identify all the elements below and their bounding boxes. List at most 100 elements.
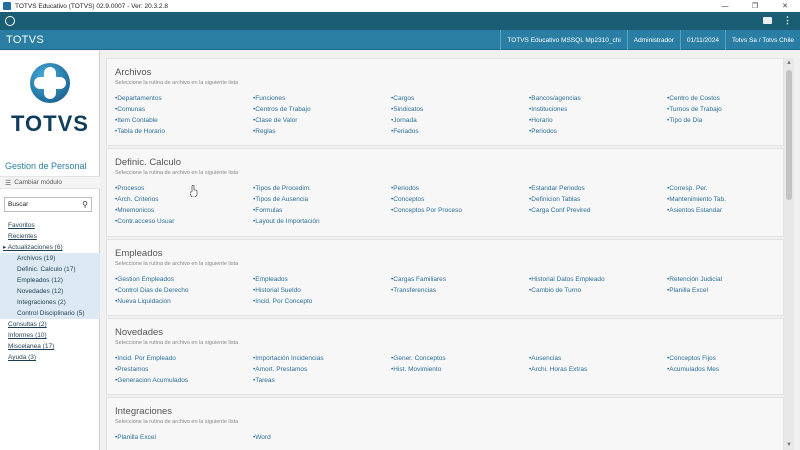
- date-label[interactable]: 01/11/2024: [679, 30, 725, 50]
- routine-link[interactable]: Acumulados Mes: [667, 364, 784, 375]
- sidebar-tree-item[interactable]: Favoritos: [0, 220, 100, 231]
- section-subtitle: Seleccione la rutina de archivo en la si…: [115, 80, 239, 86]
- routine-link[interactable]: Jornada: [391, 115, 529, 126]
- sidebar-tree-item[interactable]: Archivos (19): [0, 253, 100, 264]
- routine-link[interactable]: Sindicatos: [391, 104, 529, 115]
- window-titlebar: TOTVS Educativo (TOTVS) 02.9.0007 - Ver:…: [0, 0, 800, 12]
- routine-link[interactable]: Formulas: [253, 205, 391, 216]
- sidebar-tree-item[interactable]: Definic. Calculo (17): [0, 264, 100, 275]
- change-module-button[interactable]: ☰ Cambiar módulo: [0, 176, 100, 189]
- routine-link[interactable]: Funciones: [253, 93, 391, 104]
- sidebar-tree-item[interactable]: Recientes: [0, 231, 100, 242]
- sidebar-tree-item[interactable]: Miscelanea (17): [0, 341, 100, 352]
- routine-link[interactable]: Word: [253, 432, 391, 443]
- routine-link[interactable]: Arch. Criterios: [115, 194, 253, 205]
- routine-link[interactable]: Mantenimiento Tab.: [667, 194, 784, 205]
- routine-link[interactable]: Instituciones: [529, 104, 667, 115]
- routine-link[interactable]: Cargos: [391, 93, 529, 104]
- routine-link[interactable]: Asientos Estandar: [667, 205, 784, 216]
- section-subtitle: Seleccione la rutina de archivo en la si…: [115, 340, 239, 346]
- routine-link[interactable]: Tipos de Ausencia: [253, 194, 391, 205]
- routine-link[interactable]: Centro de Costos: [667, 93, 784, 104]
- routine-link[interactable]: Layout de Importación: [253, 216, 391, 227]
- empty-cell: [667, 216, 784, 227]
- routine-link[interactable]: Contr.acceso Usuar: [115, 216, 253, 227]
- mail-icon[interactable]: [763, 17, 772, 24]
- sidebar-tree-item[interactable]: Ayuda (3): [0, 352, 100, 363]
- routine-link[interactable]: Reglas: [253, 126, 391, 137]
- routine-link[interactable]: Transferencias: [391, 285, 529, 296]
- routine-link[interactable]: Estandar Periodos: [529, 183, 667, 194]
- routine-link[interactable]: Definicion Tablas: [529, 194, 667, 205]
- empty-cell: [391, 296, 529, 307]
- routine-link[interactable]: Gestion Empleados: [115, 274, 253, 285]
- routine-link[interactable]: Prestamos: [115, 364, 253, 375]
- routine-link[interactable]: Clase de Valor: [253, 115, 391, 126]
- minimize-button[interactable]: —: [710, 0, 740, 12]
- routine-link[interactable]: Nueva Liquidacion: [115, 296, 253, 307]
- routine-link[interactable]: Tipos de Procedim.: [253, 183, 391, 194]
- more-menu-icon[interactable]: ⋮: [783, 15, 792, 26]
- totvs-small-logo-icon[interactable]: [5, 16, 15, 26]
- routine-link[interactable]: Tabla de Horario: [115, 126, 253, 137]
- routine-link[interactable]: Cambio de Turno: [529, 285, 667, 296]
- routine-link[interactable]: Conceptos Por Proceso: [391, 205, 529, 216]
- routine-link[interactable]: Hist. Movimiento: [391, 364, 529, 375]
- routine-link[interactable]: Mnemonicos: [115, 205, 253, 216]
- routine-link[interactable]: Item Contable: [115, 115, 253, 126]
- sidebar-tree-item[interactable]: ▸ Actualizaciones (6): [0, 242, 100, 253]
- sidebar-tree-item[interactable]: Consultas (2): [0, 319, 100, 330]
- routine-link[interactable]: Corresp. Per.: [667, 183, 784, 194]
- scroll-down-icon[interactable]: ▼: [786, 442, 792, 448]
- routine-link[interactable]: Historial Datos Empleado: [529, 274, 667, 285]
- routine-link[interactable]: Gener. Conceptos: [391, 353, 529, 364]
- routine-link[interactable]: Cargas Familiares: [391, 274, 529, 285]
- environment-label[interactable]: TOTVS Educativo MSSQL Mp2310_chi: [500, 30, 626, 50]
- routine-link[interactable]: Comunas: [115, 104, 253, 115]
- scroll-thumb[interactable]: [786, 70, 792, 200]
- user-label[interactable]: Administrador: [626, 30, 680, 50]
- routine-link[interactable]: Incid. Por Empleado: [115, 353, 253, 364]
- sidebar-tree-item[interactable]: Empleados (12): [0, 275, 100, 286]
- search-icon[interactable]: ⚲: [82, 200, 88, 209]
- routine-link[interactable]: Empleados: [253, 274, 391, 285]
- routine-link[interactable]: Periodos: [391, 183, 529, 194]
- sidebar-tree-item[interactable]: Control Disciplinario (5): [0, 308, 100, 319]
- routine-link[interactable]: Conceptos Fijos: [667, 353, 784, 364]
- scroll-up-icon[interactable]: ▲: [786, 60, 792, 66]
- routine-link[interactable]: Feriados: [391, 126, 529, 137]
- routine-link[interactable]: Turnos de Trabajo: [667, 104, 784, 115]
- routine-link[interactable]: Centros de Trabajo: [253, 104, 391, 115]
- routine-link[interactable]: Tipo de Dia: [667, 115, 784, 126]
- sidebar-tree-item[interactable]: Novedades (12): [0, 286, 100, 297]
- routine-link[interactable]: Importación Incidencias: [253, 353, 391, 364]
- routine-link[interactable]: Amort. Prestamos: [253, 364, 391, 375]
- empty-cell: [529, 432, 667, 443]
- routine-link[interactable]: Planilla Excel: [115, 432, 253, 443]
- routine-link[interactable]: Carga Conf Previred: [529, 205, 667, 216]
- routine-link[interactable]: Archi. Horas Extras: [529, 364, 667, 375]
- routine-link[interactable]: Tareas: [253, 375, 391, 386]
- empty-cell: [529, 375, 667, 386]
- routine-link[interactable]: Generacion Acumulados: [115, 375, 253, 386]
- search-input[interactable]: Buscar ⚲: [4, 197, 92, 212]
- vertical-scrollbar[interactable]: ▲ ▼: [784, 58, 794, 450]
- routine-link[interactable]: Departamentos: [115, 93, 253, 104]
- sidebar-tree-item[interactable]: Integraciones (2): [0, 297, 100, 308]
- routine-link[interactable]: Horario: [529, 115, 667, 126]
- maximize-button[interactable]: ❐: [740, 0, 770, 12]
- routine-link[interactable]: Conceptos: [391, 194, 529, 205]
- close-button[interactable]: ✕: [770, 0, 800, 12]
- routine-link[interactable]: Ausencias: [529, 353, 667, 364]
- routine-link[interactable]: Retención Judicial: [667, 274, 784, 285]
- routine-link[interactable]: Bancos/agencias: [529, 93, 667, 104]
- routine-link[interactable]: Periodos: [529, 126, 667, 137]
- sidebar-tree-item[interactable]: Informes (10): [0, 330, 100, 341]
- routine-link[interactable]: Historial Sueldo: [253, 285, 391, 296]
- routine-link[interactable]: Control Dias de Derecho: [115, 285, 253, 296]
- routine-link[interactable]: Procesos: [115, 183, 253, 194]
- company-label[interactable]: Totvs Sa / Totvs Chile: [724, 30, 800, 50]
- routine-link[interactable]: Planilla Excel: [667, 285, 784, 296]
- hamburger-icon: ☰: [5, 179, 12, 187]
- routine-link[interactable]: Incid. Por Concepto: [253, 296, 391, 307]
